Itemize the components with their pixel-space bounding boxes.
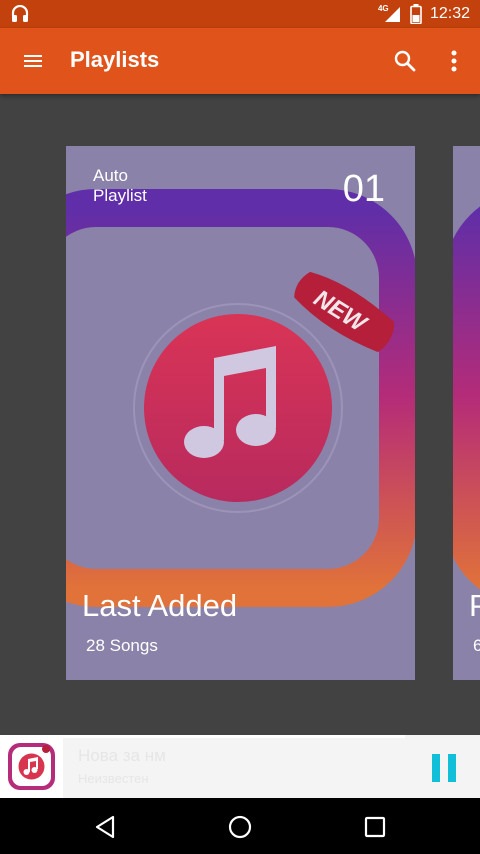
menu-icon[interactable] — [20, 49, 46, 73]
now-playing-artist: Неизвестен — [78, 771, 149, 786]
status-bar: 4G 12:32 — [0, 0, 480, 28]
playlist-name: P — [469, 588, 480, 623]
search-icon[interactable] — [392, 48, 418, 74]
back-icon[interactable] — [93, 814, 119, 840]
pause-button[interactable] — [432, 754, 458, 782]
album-cover — [0, 735, 63, 798]
signal-icon: 4G — [378, 4, 402, 23]
now-playing-title: Нова за нм — [78, 746, 166, 765]
home-icon[interactable] — [227, 814, 253, 840]
playback-progress — [63, 735, 405, 738]
recents-icon[interactable] — [362, 814, 388, 840]
battery-icon — [410, 4, 422, 24]
playlist-carousel[interactable]: NEW Auto Playlist 01 Last Added 28 Songs… — [0, 94, 480, 735]
playlist-song-count: 6 — [473, 636, 480, 655]
app-bar: Playlists — [0, 28, 480, 94]
navigation-bar — [0, 798, 480, 854]
playlist-song-count: 28 Songs — [86, 636, 158, 655]
auto-playlist-label: Auto Playlist — [93, 166, 147, 205]
playlist-card-last-added[interactable]: NEW Auto Playlist 01 Last Added 28 Songs — [66, 146, 415, 680]
more-vert-icon[interactable] — [444, 48, 464, 74]
playlist-number: 01 — [342, 168, 385, 210]
page-title: Playlists — [70, 47, 160, 72]
pause-icon-bar — [448, 754, 456, 782]
headphones-icon — [11, 5, 29, 22]
status-time: 12:32 — [429, 5, 470, 22]
playlist-card-next[interactable]: P 6 — [453, 146, 480, 680]
mini-player[interactable]: Нова за нм Неизвестен — [0, 735, 480, 798]
playlist-name: Last Added — [82, 588, 238, 623]
pause-icon — [432, 754, 440, 782]
